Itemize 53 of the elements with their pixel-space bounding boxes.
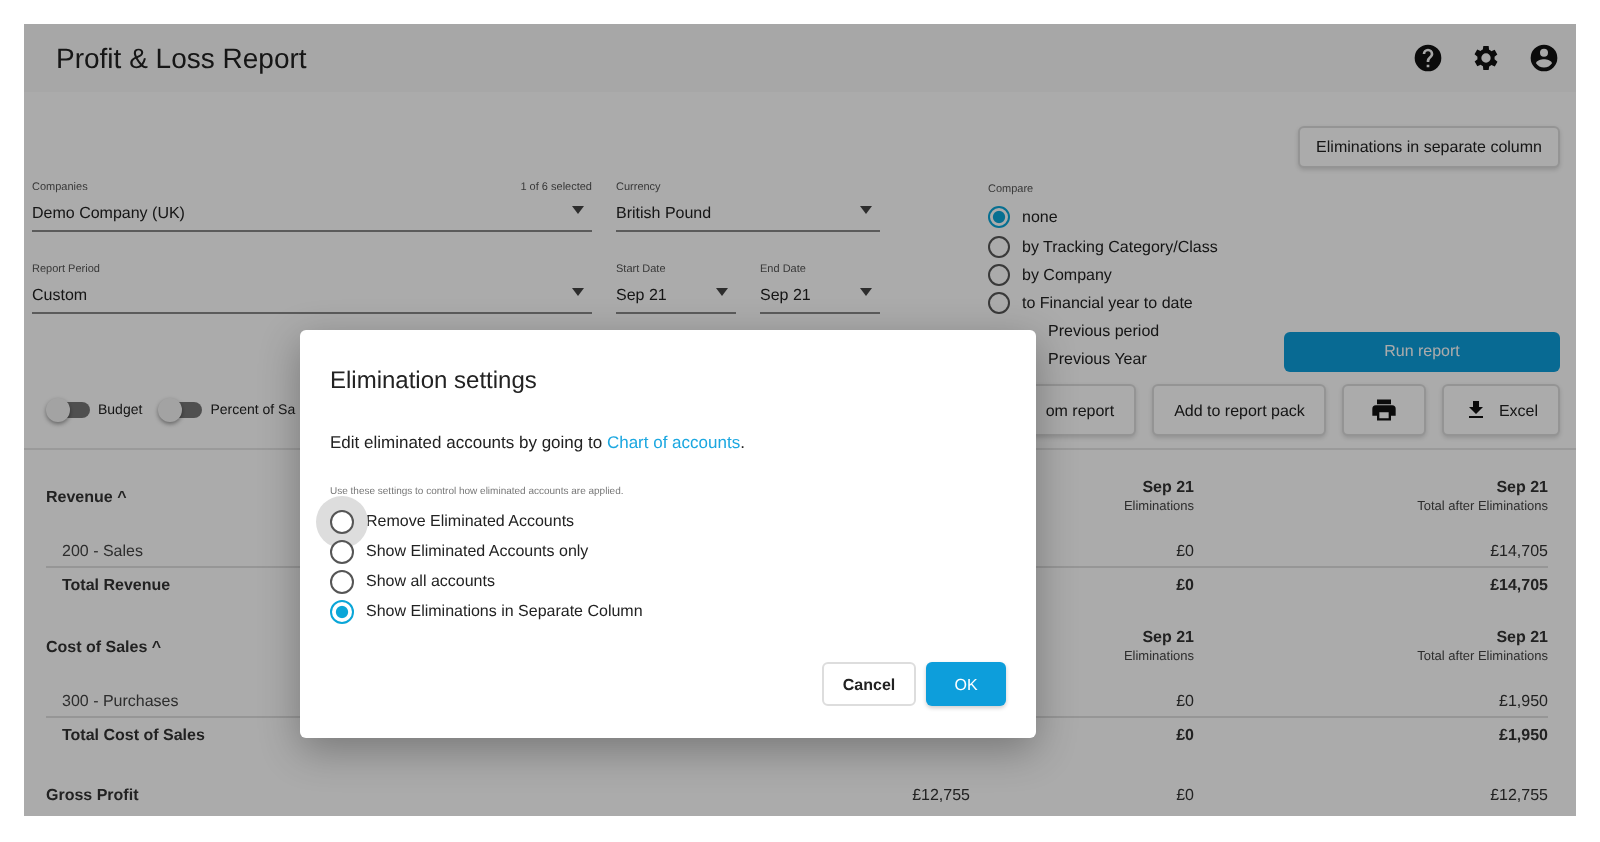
radio-label: none [1022,208,1058,227]
toggle-switch[interactable] [162,402,203,418]
amount-cell: £12,755 [912,785,970,803]
toggle-switch[interactable] [50,402,90,418]
section-title[interactable]: Cost of Sales ^ [46,637,162,655]
printer-icon [1370,396,1399,424]
amount-cell: £0 [1176,725,1194,743]
radio-label: by Tracking Category/Class [1022,237,1218,255]
radio-button[interactable] [988,235,1010,257]
cancel-button[interactable]: Cancel [822,662,916,706]
page-title: Profit & Loss Report [56,42,307,74]
action-button[interactable]: Add to report pack [1152,384,1327,436]
radio-button[interactable] [988,291,1010,314]
eliminations-button[interactable]: Eliminations in separate column [1298,126,1560,167]
download-icon [1464,398,1489,422]
dialog-text: Edit eliminated accounts by going to Chart of accounts. [330,432,747,452]
amount-cell: £0 [1176,541,1194,559]
amount-cell: £14,705 [1490,575,1548,593]
amount-cell: £1,950 [1499,691,1548,709]
amount-cell: £0 [1176,785,1194,803]
column-period: Sep 21 [1142,478,1194,496]
amount-cell: £0 [1176,575,1194,593]
radio-label: Show Eliminations in Separate Column [366,602,643,620]
settings-icon[interactable] [1470,42,1502,74]
column-period: Sep 21 [1496,628,1548,646]
account-label: 200 - Sales [60,541,143,559]
radio-label: Show Eliminated Accounts only [366,542,589,560]
dialog-title: Elimination settings [330,366,539,394]
radio-label: Previous period [1048,322,1160,341]
amount-cell: £12,755 [1490,785,1548,803]
section-title: Gross Profit [46,785,139,803]
amount-cell: £14,705 [1490,541,1548,559]
help-icon[interactable] [1412,42,1444,74]
print-button[interactable] [1342,384,1427,436]
radio-button[interactable] [988,263,1010,286]
radio-label: to Financial year to date [1022,293,1193,312]
account-label: 300 - Purchases [60,691,179,709]
account-icon[interactable] [1528,42,1560,74]
radio-button[interactable] [330,599,354,623]
radio-button[interactable] [988,206,1010,229]
excel-button[interactable]: Excel [1442,384,1560,436]
radio-label: Show all accounts [366,572,495,590]
column-period: Sep 21 [1496,478,1548,496]
radio-label: Remove Eliminated Accounts [366,512,575,530]
radio-button[interactable] [330,569,354,593]
amount-cell: £0 [1176,691,1194,709]
radio-label: Previous Year [1048,350,1147,369]
amount-cell: £1,950 [1499,725,1548,743]
column-period: Sep 21 [1142,628,1194,646]
section-title[interactable]: Revenue ^ [46,487,127,505]
account-label: Total Revenue [60,575,171,593]
account-label: Total Cost of Sales [60,725,205,743]
radio-label: by Company [1022,265,1112,284]
